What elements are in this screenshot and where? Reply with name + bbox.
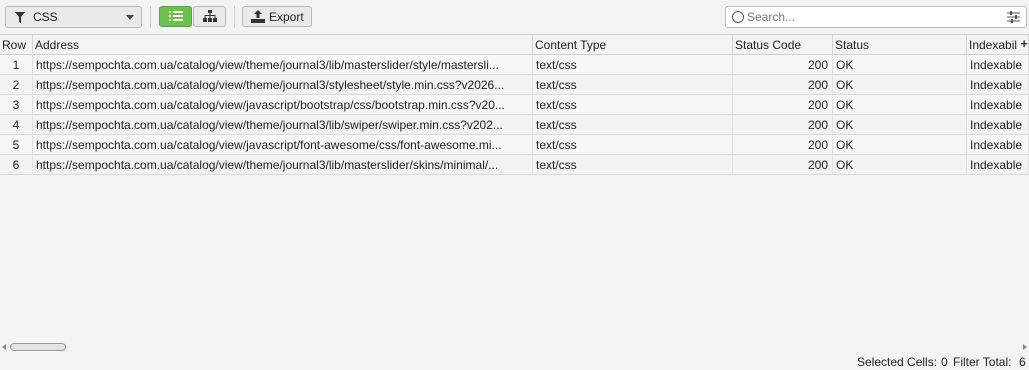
content-type-cell[interactable]: text/css: [533, 75, 733, 95]
content-type-cell[interactable]: text/css: [533, 135, 733, 155]
status-code-cell[interactable]: 200: [733, 155, 833, 175]
search-icon: [732, 11, 744, 23]
search-input[interactable]: [747, 9, 997, 25]
export-label: Export: [269, 10, 304, 24]
chevron-down-icon: [126, 15, 134, 20]
indexability-cell[interactable]: Indexable: [967, 135, 1029, 155]
table-row[interactable]: 5 https://sempochta.com.ua/catalog/view/…: [0, 135, 1029, 155]
indexability-cell[interactable]: Indexable: [967, 75, 1029, 95]
toolbar: CSS Export: [0, 0, 1029, 34]
results-table: Row Address Content Type Status Code Sta…: [0, 34, 1029, 341]
status-code-cell[interactable]: 200: [733, 115, 833, 135]
address-cell[interactable]: https://sempochta.com.ua/catalog/view/ja…: [33, 135, 533, 155]
tree-view-button[interactable]: [193, 6, 226, 27]
toolbar-divider: [234, 6, 235, 28]
export-icon: [251, 10, 265, 23]
selected-cells-label: Selected Cells:: [857, 355, 938, 369]
table-header: Row Address Content Type Status Code Sta…: [0, 35, 1029, 55]
content-type-cell[interactable]: text/css: [533, 115, 733, 135]
filter-value: CSS: [33, 10, 58, 24]
selected-cells-value: 0: [941, 355, 948, 369]
status-cell[interactable]: OK: [833, 75, 967, 95]
table-row[interactable]: 6 https://sempochta.com.ua/catalog/view/…: [0, 155, 1029, 175]
scroll-right-icon[interactable]: [1023, 344, 1027, 350]
address-cell[interactable]: https://sempochta.com.ua/catalog/view/th…: [33, 75, 533, 95]
row-number: 4: [0, 115, 33, 135]
column-header-status-code[interactable]: Status Code: [733, 35, 833, 55]
add-column-icon[interactable]: +: [1020, 35, 1028, 55]
status-code-cell[interactable]: 200: [733, 95, 833, 115]
status-cell[interactable]: OK: [833, 55, 967, 75]
column-header-status[interactable]: Status: [833, 35, 967, 55]
list-view-button[interactable]: [159, 6, 192, 27]
column-header-content-type[interactable]: Content Type: [533, 35, 733, 55]
row-number: 1: [0, 55, 33, 75]
status-code-cell[interactable]: 200: [733, 135, 833, 155]
filter-total-value: 6: [1019, 355, 1026, 369]
column-header-row[interactable]: Row: [0, 35, 33, 55]
table-row[interactable]: 4 https://sempochta.com.ua/catalog/view/…: [0, 115, 1029, 135]
indexability-cell[interactable]: Indexable: [967, 115, 1029, 135]
content-type-cell[interactable]: text/css: [533, 155, 733, 175]
indexability-cell[interactable]: Indexable: [967, 55, 1029, 75]
status-cell[interactable]: OK: [833, 115, 967, 135]
export-button[interactable]: Export: [242, 6, 312, 27]
search-settings-icon[interactable]: [1007, 11, 1020, 23]
indexability-cell[interactable]: Indexable: [967, 95, 1029, 115]
table-row[interactable]: 2 https://sempochta.com.ua/catalog/view/…: [0, 75, 1029, 95]
status-bar: Selected Cells: 0 Filter Total: 6: [0, 354, 1029, 370]
column-header-address[interactable]: Address: [33, 35, 533, 55]
table-row[interactable]: 3 https://sempochta.com.ua/catalog/view/…: [0, 95, 1029, 115]
scrollbar-thumb[interactable]: [10, 343, 66, 351]
row-number: 3: [0, 95, 33, 115]
horizontal-scrollbar[interactable]: [0, 341, 1029, 354]
row-number: 5: [0, 135, 33, 155]
row-number: 6: [0, 155, 33, 175]
address-cell[interactable]: https://sempochta.com.ua/catalog/view/th…: [33, 55, 533, 75]
row-number: 2: [0, 75, 33, 95]
status-code-cell[interactable]: 200: [733, 75, 833, 95]
status-cell[interactable]: OK: [833, 155, 967, 175]
status-cell[interactable]: OK: [833, 135, 967, 155]
indexability-cell[interactable]: Indexable: [967, 155, 1029, 175]
address-cell[interactable]: https://sempochta.com.ua/catalog/view/th…: [33, 115, 533, 135]
address-cell[interactable]: https://sempochta.com.ua/catalog/view/ja…: [33, 95, 533, 115]
filter-total-label: Filter Total:: [953, 355, 1012, 369]
toolbar-divider: [150, 6, 151, 28]
filter-icon: [15, 12, 25, 23]
filter-dropdown[interactable]: CSS: [5, 6, 142, 28]
list-icon: [169, 11, 183, 21]
sitemap-icon: [203, 10, 217, 22]
address-cell[interactable]: https://sempochta.com.ua/catalog/view/th…: [33, 155, 533, 175]
status-code-cell[interactable]: 200: [733, 55, 833, 75]
scroll-left-icon[interactable]: [2, 344, 6, 350]
content-type-cell[interactable]: text/css: [533, 95, 733, 115]
status-cell[interactable]: OK: [833, 95, 967, 115]
content-type-cell[interactable]: text/css: [533, 55, 733, 75]
search-box: [725, 6, 1027, 28]
table-row[interactable]: 1 https://sempochta.com.ua/catalog/view/…: [0, 55, 1029, 75]
